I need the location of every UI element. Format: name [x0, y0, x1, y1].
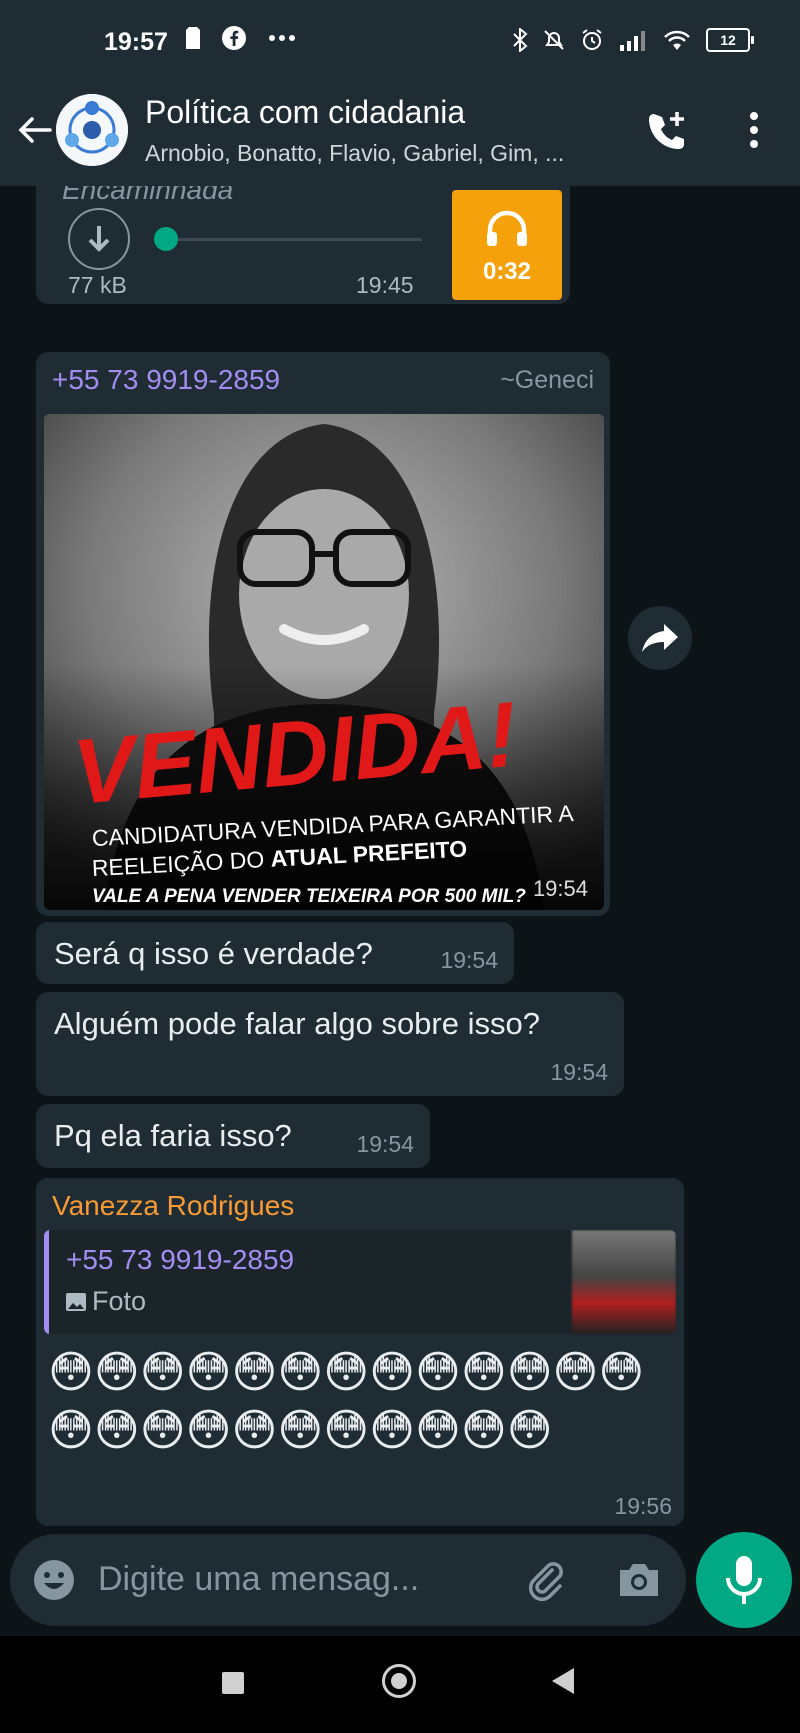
alarm-icon	[582, 29, 602, 50]
sender-name[interactable]: Vanezza Rodrigues	[52, 1190, 294, 1222]
quoted-type-label: Foto	[92, 1286, 147, 1316]
group-logo-icon	[56, 94, 128, 166]
facebook-icon	[222, 26, 246, 50]
group-avatar[interactable]	[56, 94, 128, 166]
message-photo[interactable]: VENDIDA! CANDIDATURA VENDIDA PARA GARANT…	[44, 414, 604, 910]
bluetooth-icon	[513, 28, 528, 52]
sender-pushname: ~Geneci	[500, 366, 594, 394]
audio-duration: 0:32	[482, 258, 532, 285]
message-text: Alguém pode falar algo sobre isso?	[54, 1006, 540, 1041]
message-time: 19:54	[440, 947, 498, 973]
portrait-image: VENDIDA! CANDIDATURA VENDIDA PARA GARANT…	[44, 414, 604, 910]
caption-bottom: VALE A PENA VENDER TEIXEIRA POR 500 MIL?	[92, 886, 526, 907]
message-time: 19:54	[356, 1131, 414, 1157]
message-text: Pq ela faria isso?	[54, 1118, 292, 1153]
more-options-icon[interactable]	[742, 110, 766, 150]
home-button[interactable]	[382, 1664, 416, 1698]
camera-icon[interactable]	[616, 1558, 662, 1602]
system-navigation-bar	[0, 1636, 800, 1733]
mic-button[interactable]	[696, 1532, 792, 1628]
back-arrow-icon[interactable]	[14, 110, 54, 150]
audio-progress-track[interactable]	[164, 238, 422, 241]
quoted-sender: +55 73 9919-2859	[66, 1244, 295, 1275]
quoted-thumbnail	[572, 1230, 676, 1334]
recent-apps-button[interactable]	[222, 1672, 244, 1694]
mute-icon	[544, 30, 564, 50]
group-title[interactable]: Política com cidadania	[145, 94, 465, 131]
message-input[interactable]: Digite uma mensag...	[98, 1560, 419, 1599]
audio-seek-handle[interactable]	[154, 227, 178, 251]
forward-arrow-icon	[642, 624, 678, 652]
download-button[interactable]	[68, 208, 130, 270]
chat-header: Política com cidadania Arnobio, Bonatto,…	[0, 74, 800, 186]
message-time: 19:54	[532, 876, 588, 901]
more-dots-icon	[269, 35, 295, 41]
sender-phone[interactable]: +55 73 9919-2859	[52, 364, 280, 396]
forward-button[interactable]	[628, 606, 692, 670]
message-time: 19:54	[550, 1059, 608, 1085]
message-composer[interactable]: Digite uma mensag...	[10, 1534, 686, 1626]
emoji-icon[interactable]	[32, 1558, 76, 1602]
message-text: Será q isso é verdade?	[54, 936, 373, 971]
forwarded-label: Encaminhada	[62, 186, 233, 206]
status-time: 19:57	[104, 28, 168, 56]
message-time: 19:56	[614, 1493, 672, 1519]
quote-accent-bar	[44, 1230, 49, 1334]
audio-size: 77 kB	[68, 272, 127, 298]
attach-icon[interactable]	[524, 1558, 568, 1602]
status-bar: 19:57 12	[0, 0, 800, 74]
battery-indicator: 12	[706, 28, 754, 52]
text-message[interactable]: Alguém pode falar algo sobre isso? 19:54	[36, 992, 624, 1096]
chat-area[interactable]: 77 kB 19:45 0:32 Encaminhada +55 73 9919…	[0, 186, 800, 1526]
microphone-icon	[726, 1556, 762, 1604]
emoji-text: 😳😳😳😳😳😳😳😳😳😳😳😳😳😳😳😳😳😳😳😳😳😳😳😳	[48, 1348, 645, 1455]
text-message[interactable]: Será q isso é verdade? 19:54	[36, 922, 514, 984]
status-left-icons	[186, 26, 296, 50]
text-message[interactable]: Pq ela faria isso? 19:54	[36, 1104, 430, 1168]
wifi-icon	[664, 30, 690, 50]
forwarded-text: Encaminhada	[62, 186, 234, 205]
headphones-icon	[487, 210, 527, 246]
group-members[interactable]: Arnobio, Bonatto, Flavio, Gabriel, Gim, …	[145, 140, 615, 167]
message-time: 19:45	[356, 272, 414, 298]
reply-message[interactable]: Vanezza Rodrigues +55 73 9919-2859 Foto …	[36, 1178, 684, 1526]
audio-thumbnail[interactable]: 0:32	[452, 190, 562, 300]
image-message[interactable]: +55 73 9919-2859 ~Geneci VENDIDA! CANDID…	[36, 352, 610, 916]
back-button[interactable]	[552, 1668, 574, 1694]
quoted-message[interactable]: +55 73 9919-2859 Foto	[44, 1230, 676, 1334]
quoted-type: Foto	[66, 1286, 146, 1317]
signal-icon	[620, 31, 645, 51]
download-arrow-icon	[88, 226, 110, 252]
photo-icon	[66, 1293, 86, 1311]
sim-card-icon	[186, 27, 200, 49]
add-call-icon[interactable]	[644, 108, 690, 154]
status-right-icons: 12	[512, 28, 754, 52]
